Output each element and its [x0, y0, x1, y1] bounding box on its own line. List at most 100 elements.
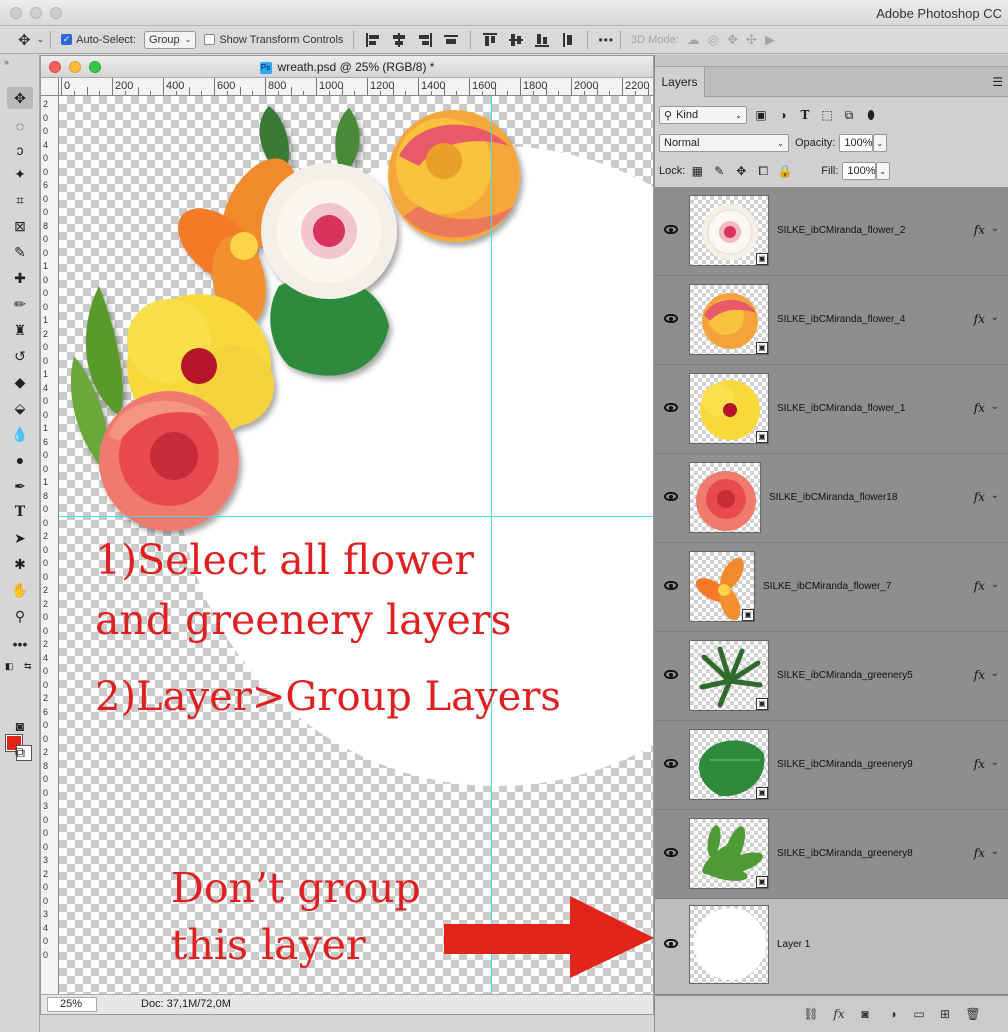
layer-name[interactable]: Layer 1 — [777, 939, 810, 950]
lock-transparent-icon[interactable]: ▦ — [689, 163, 705, 179]
edit-toolbar-icon[interactable]: ••• — [7, 633, 33, 655]
zoom-level-field[interactable]: 25% — [47, 997, 97, 1012]
layer-row[interactable]: SILKE_ibCMiranda_flower18 fx ⌄ — [655, 454, 1008, 543]
blend-mode-dropdown[interactable]: Normal ⌄ — [659, 134, 789, 152]
eraser-tool-icon[interactable]: ◆ — [7, 371, 33, 393]
filter-pixel-icon[interactable]: ▣ — [753, 107, 769, 123]
layer-row[interactable]: ▣ SILKE_ibCMiranda_greenery5 fx ⌄ — [655, 632, 1008, 721]
blur-tool-icon[interactable]: 💧 — [7, 423, 33, 445]
lock-artboard-icon[interactable]: ⧠ — [755, 163, 771, 179]
document-info[interactable]: Doc: 37,1M/72,0M — [141, 998, 231, 1010]
filter-toggle-icon[interactable]: ⬮ — [863, 107, 879, 123]
layer-name[interactable]: SILKE_ibCMiranda_flower18 — [769, 492, 897, 503]
layer-row[interactable]: ▣ SILKE_ibCMiranda_greenery9 fx ⌄ — [655, 721, 1008, 810]
auto-select-checkbox[interactable]: ✓ Auto-Select: — [61, 30, 136, 50]
3d-camera-icon[interactable]: ▶ — [765, 30, 775, 50]
link-layers-icon[interactable]: ⛓ — [803, 1006, 819, 1022]
default-colors-icon[interactable]: ◧ — [5, 661, 14, 672]
layer-thumbnail[interactable]: ▣ — [689, 818, 769, 889]
opacity-field[interactable]: 100% — [839, 134, 874, 152]
fill-field[interactable]: 100% — [842, 162, 877, 180]
new-layer-icon[interactable]: ⊞ — [937, 1006, 953, 1022]
hand-tool-icon[interactable]: ✋ — [7, 579, 33, 601]
chevron-down-icon[interactable]: ⌄ — [991, 579, 999, 590]
layer-name[interactable]: SILKE_ibCMiranda_flower_1 — [777, 403, 905, 414]
layer-effects-icon[interactable]: fx — [974, 668, 985, 682]
layer-effects-icon[interactable]: fx — [974, 312, 985, 326]
align-left-edges-icon[interactable] — [364, 31, 382, 49]
panel-grip[interactable] — [655, 55, 1008, 67]
zoom-tool-icon[interactable]: ⚲ — [7, 605, 33, 627]
move-tool-icon[interactable]: ✥ — [7, 87, 33, 109]
visibility-eye-icon[interactable] — [664, 759, 678, 768]
layer-effects-icon[interactable]: fx — [974, 401, 985, 415]
screen-mode-icon[interactable]: ⧉ — [7, 741, 33, 763]
chevron-down-icon[interactable]: ⌄ — [991, 490, 999, 501]
add-mask-icon[interactable]: ◙ — [857, 1006, 873, 1022]
layer-thumbnail[interactable]: ▣ — [689, 729, 769, 800]
layer-name[interactable]: SILKE_ibCMiranda_greenery5 — [777, 670, 913, 681]
close-window-button[interactable] — [10, 7, 22, 19]
layer-thumbnail[interactable]: ▣ — [689, 195, 769, 266]
layer-effects-icon[interactable]: fx — [974, 846, 985, 860]
visibility-eye-icon[interactable] — [664, 403, 678, 412]
eyedropper-tool-icon[interactable]: ✎ — [7, 241, 33, 263]
layer-effects-icon[interactable]: fx — [974, 223, 985, 237]
ruler-origin[interactable] — [41, 78, 59, 96]
layer-row[interactable]: Layer 1 — [655, 899, 1008, 995]
chevron-down-icon[interactable]: ⌄ — [991, 312, 999, 323]
brush-tool-icon[interactable]: ✏ — [7, 293, 33, 315]
distribute-icon[interactable] — [442, 31, 460, 49]
horizontal-guide[interactable] — [59, 516, 653, 517]
layer-thumbnail[interactable] — [689, 905, 769, 984]
3d-drag-icon[interactable]: ✥ — [727, 30, 738, 50]
layer-row[interactable]: ▣ SILKE_ibCMiranda_flower_2 fx ⌄ — [655, 187, 1008, 276]
paint-bucket-tool-icon[interactable]: ⬙ — [7, 397, 33, 419]
align-vertical-centers-icon[interactable] — [507, 31, 525, 49]
dodge-tool-icon[interactable]: ● — [7, 449, 33, 471]
magic-wand-tool-icon[interactable]: ✦ — [7, 163, 33, 185]
filter-kind-dropdown[interactable]: ⚲ Kind ⌄ — [659, 106, 747, 124]
crop-tool-icon[interactable]: ⌗ — [7, 189, 33, 211]
zoom-window-button[interactable] — [50, 7, 62, 19]
align-bottom-edges-icon[interactable] — [533, 31, 551, 49]
chevron-down-icon[interactable]: ⌄ — [991, 668, 999, 679]
layer-name[interactable]: SILKE_ibCMiranda_flower_2 — [777, 225, 905, 236]
filter-smart-object-icon[interactable]: ⧉ — [841, 107, 857, 123]
layer-thumbnail[interactable]: ▣ — [689, 551, 755, 622]
align-horizontal-centers-icon[interactable] — [390, 31, 408, 49]
layer-row[interactable]: ▣ SILKE_ibCMiranda_greenery8 fx ⌄ — [655, 810, 1008, 899]
layer-thumbnail[interactable] — [689, 462, 761, 533]
visibility-eye-icon[interactable] — [664, 848, 678, 857]
filter-shape-icon[interactable]: ⬚ — [819, 107, 835, 123]
collapse-toolbar-icon[interactable]: » — [4, 57, 9, 67]
layer-name[interactable]: SILKE_ibCMiranda_greenery9 — [777, 759, 913, 770]
filter-adjustment-icon[interactable]: ◑ — [775, 107, 791, 123]
healing-brush-tool-icon[interactable]: ✚ — [7, 267, 33, 289]
chevron-down-icon[interactable]: ⌄ — [991, 757, 999, 768]
custom-shape-tool-icon[interactable]: ✱ — [7, 553, 33, 575]
layer-name[interactable]: SILKE_ibCMiranda_flower_7 — [763, 581, 891, 592]
add-layer-style-icon[interactable]: fx — [831, 1006, 847, 1022]
visibility-eye-icon[interactable] — [664, 314, 678, 323]
layer-name[interactable]: SILKE_ibCMiranda_greenery8 — [777, 848, 913, 859]
layer-name[interactable]: SILKE_ibCMiranda_flower_4 — [777, 314, 905, 325]
new-adjustment-layer-icon[interactable]: ◑ — [885, 1006, 901, 1022]
align-top-edges-icon[interactable] — [481, 31, 499, 49]
align-right-edges-icon[interactable] — [416, 31, 434, 49]
lock-position-icon[interactable]: ✥ — [733, 163, 749, 179]
delete-layer-icon[interactable]: 🗑 — [965, 1006, 981, 1022]
visibility-eye-icon[interactable] — [664, 492, 678, 501]
minimize-window-button[interactable] — [30, 7, 42, 19]
layer-effects-icon[interactable]: fx — [974, 490, 985, 504]
layer-row[interactable]: ▣ SILKE_ibCMiranda_flower_7 fx ⌄ — [655, 543, 1008, 632]
layer-effects-icon[interactable]: fx — [974, 757, 985, 771]
move-tool-preset-icon[interactable]: ✥ — [18, 30, 31, 50]
layer-row[interactable]: ▣ SILKE_ibCMiranda_flower_4 fx ⌄ — [655, 276, 1008, 365]
panel-menu-icon[interactable]: ☰ — [992, 75, 1003, 89]
layer-thumbnail[interactable]: ▣ — [689, 640, 769, 711]
vertical-ruler[interactable]: 2 0 0 4 0 0 6 0 0 8 0 0 1 0 0 0 1 2 0 0 1 4 0 0 1 6 0 0 1 8 0 0 2 0 0 0 2 2 0 0… — [41, 96, 59, 996]
tab-layers[interactable]: Layers — [655, 67, 705, 97]
visibility-eye-icon[interactable] — [664, 225, 678, 234]
distribute-vertical-icon[interactable] — [559, 31, 577, 49]
